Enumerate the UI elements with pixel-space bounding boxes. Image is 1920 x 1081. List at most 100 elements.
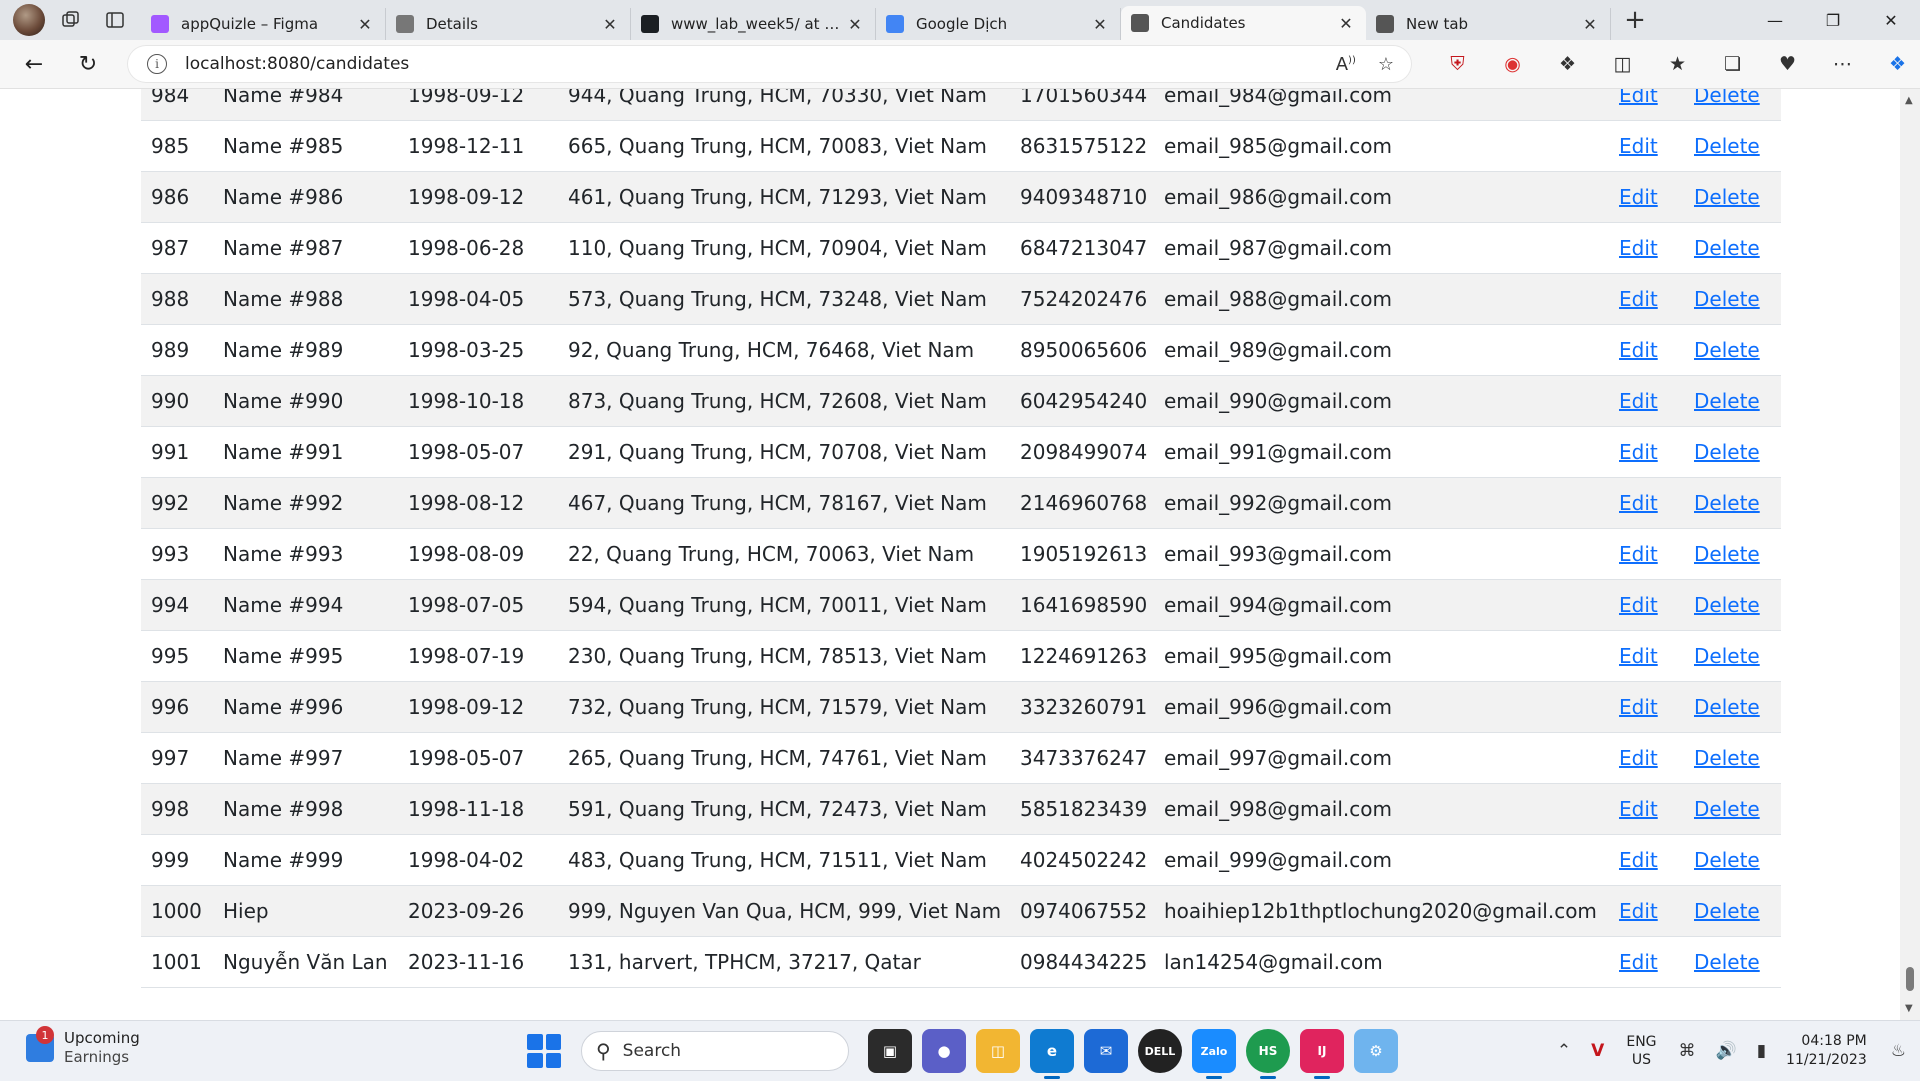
copilot-icon[interactable]: ❖ xyxy=(1870,53,1920,75)
candidate-dob: 1998-10-18 xyxy=(398,375,558,427)
edit-link[interactable]: Edit xyxy=(1619,797,1658,821)
clock[interactable]: 04:18 PM 11/21/2023 xyxy=(1786,1032,1867,1070)
tab-actions-icon[interactable] xyxy=(97,2,133,38)
volume-icon[interactable]: 🔊 xyxy=(1716,1041,1737,1061)
profile-avatar[interactable] xyxy=(13,4,45,36)
site-info-icon[interactable]: i xyxy=(147,54,167,74)
edit-link[interactable]: Edit xyxy=(1619,593,1658,617)
hs-app-icon[interactable]: HS xyxy=(1246,1029,1290,1079)
edit-link[interactable]: Edit xyxy=(1619,491,1658,515)
edge-browser-icon[interactable]: e xyxy=(1030,1029,1074,1079)
page-scrollbar[interactable]: ▲ ▼ xyxy=(1900,89,1920,1020)
close-tab-icon[interactable]: ✕ xyxy=(355,15,375,34)
delete-link[interactable]: Delete xyxy=(1694,593,1760,617)
address-bar[interactable]: i localhost:8080/candidates A)) ☆ xyxy=(127,45,1412,83)
delete-link[interactable]: Delete xyxy=(1694,746,1760,770)
file-explorer-icon[interactable]: ◫ xyxy=(976,1029,1020,1073)
widgets-button[interactable]: 1 Upcoming Earnings xyxy=(26,1026,140,1067)
refresh-button[interactable]: ↻ xyxy=(68,44,108,84)
edit-link[interactable]: Edit xyxy=(1619,185,1658,209)
delete-link[interactable]: Delete xyxy=(1694,797,1760,821)
extension-shield-icon[interactable]: ⛨ xyxy=(1430,53,1485,75)
delete-link[interactable]: Delete xyxy=(1694,950,1760,974)
close-tab-icon[interactable]: ✕ xyxy=(1090,15,1110,34)
intellij-icon[interactable]: IJ xyxy=(1300,1029,1344,1079)
delete-link[interactable]: Delete xyxy=(1694,899,1760,923)
edit-link[interactable]: Edit xyxy=(1619,746,1658,770)
delete-link[interactable]: Delete xyxy=(1694,287,1760,311)
edit-link[interactable]: Edit xyxy=(1619,389,1658,413)
zalo-icon[interactable]: Zalo xyxy=(1192,1029,1236,1079)
scroll-down-icon[interactable]: ▼ xyxy=(1905,1003,1913,1014)
taskbar-search[interactable]: ⚲ Search xyxy=(581,1031,849,1071)
language-indicator[interactable]: ENG US xyxy=(1626,1033,1656,1069)
edit-link[interactable]: Edit xyxy=(1619,644,1658,668)
task-view-icon[interactable]: ▣ xyxy=(868,1029,912,1073)
delete-link[interactable]: Delete xyxy=(1694,542,1760,566)
edit-link[interactable]: Edit xyxy=(1619,542,1658,566)
close-tab-icon[interactable]: ✕ xyxy=(1336,14,1356,33)
minimize-button[interactable]: — xyxy=(1746,0,1804,40)
candidate-dob: 1998-09-12 xyxy=(398,681,558,733)
back-button[interactable]: ← xyxy=(14,44,54,84)
delete-link[interactable]: Delete xyxy=(1694,644,1760,668)
edit-link[interactable]: Edit xyxy=(1619,236,1658,260)
restore-button[interactable]: ❐ xyxy=(1804,0,1862,40)
delete-link[interactable]: Delete xyxy=(1694,440,1760,464)
close-tab-icon[interactable]: ✕ xyxy=(845,15,865,34)
browser-tab[interactable]: www_lab_week5/ at mast ✕ xyxy=(631,8,876,40)
antivirus-tray-icon[interactable]: V xyxy=(1591,1041,1604,1061)
delete-link[interactable]: Delete xyxy=(1694,185,1760,209)
more-menu-icon[interactable]: ⋯ xyxy=(1815,53,1870,75)
mail-icon[interactable]: ✉ xyxy=(1084,1029,1128,1073)
edit-link[interactable]: Edit xyxy=(1619,899,1658,923)
delete-link[interactable]: Delete xyxy=(1694,491,1760,515)
edit-link[interactable]: Edit xyxy=(1619,695,1658,719)
figma-app-icon[interactable]: ⚙ xyxy=(1354,1029,1398,1073)
edit-link[interactable]: Edit xyxy=(1619,134,1658,158)
favorite-star-icon[interactable]: ☆ xyxy=(1378,54,1394,75)
delete-link[interactable]: Delete xyxy=(1694,389,1760,413)
edit-link[interactable]: Edit xyxy=(1619,89,1658,107)
delete-link[interactable]: Delete xyxy=(1694,848,1760,872)
start-windows-icon[interactable] xyxy=(527,1034,561,1068)
scroll-thumb[interactable] xyxy=(1906,967,1914,991)
new-tab-button[interactable]: + xyxy=(1615,5,1655,35)
candidate-address: 732, Quang Trung, HCM, 71579, Viet Nam xyxy=(558,681,1010,733)
candidate-address: 944, Quang Trung, HCM, 70330, Viet Nam xyxy=(558,89,1010,121)
favorites-icon[interactable]: ★ xyxy=(1650,53,1705,75)
edit-link[interactable]: Edit xyxy=(1619,950,1658,974)
collections-icon[interactable]: ❏ xyxy=(1705,53,1760,75)
browser-essentials-icon[interactable]: ♥ xyxy=(1760,53,1815,75)
workspaces-icon[interactable] xyxy=(53,2,89,38)
browser-tab[interactable]: Details ✕ xyxy=(386,8,631,40)
browser-tab[interactable]: Google Dịch ✕ xyxy=(876,8,1121,40)
edit-link[interactable]: Edit xyxy=(1619,848,1658,872)
close-tab-icon[interactable]: ✕ xyxy=(1580,15,1600,34)
close-tab-icon[interactable]: ✕ xyxy=(600,15,620,34)
tray-overflow-chevron-icon[interactable]: ⌃ xyxy=(1557,1041,1571,1061)
browser-tab[interactable]: appQuizle – Figma ✕ xyxy=(141,8,386,40)
browser-tab[interactable]: New tab ✕ xyxy=(1366,8,1611,40)
battery-icon[interactable]: ▮ xyxy=(1757,1041,1766,1061)
dell-icon[interactable]: DELL xyxy=(1138,1029,1182,1073)
close-window-button[interactable]: ✕ xyxy=(1862,0,1920,40)
browser-tab[interactable]: Candidates ✕ xyxy=(1121,6,1366,40)
wifi-icon[interactable]: ⌘ xyxy=(1679,1041,1696,1061)
delete-link[interactable]: Delete xyxy=(1694,236,1760,260)
teams-chat-icon[interactable]: ● xyxy=(922,1029,966,1073)
split-screen-icon[interactable]: ◫ xyxy=(1595,53,1650,75)
edit-link[interactable]: Edit xyxy=(1619,287,1658,311)
delete-link[interactable]: Delete xyxy=(1694,89,1760,107)
notification-bell-icon[interactable]: ♨ xyxy=(1891,1041,1906,1061)
url-text[interactable]: localhost:8080/candidates xyxy=(185,54,409,74)
extensions-icon[interactable]: ❖ xyxy=(1540,53,1595,75)
edit-link[interactable]: Edit xyxy=(1619,338,1658,362)
delete-link[interactable]: Delete xyxy=(1694,134,1760,158)
edit-link[interactable]: Edit xyxy=(1619,440,1658,464)
scroll-up-icon[interactable]: ▲ xyxy=(1905,95,1913,106)
extension-globe-icon[interactable]: ◉ xyxy=(1485,53,1540,75)
read-aloud-icon[interactable]: A)) xyxy=(1336,54,1356,75)
delete-link[interactable]: Delete xyxy=(1694,338,1760,362)
delete-link[interactable]: Delete xyxy=(1694,695,1760,719)
